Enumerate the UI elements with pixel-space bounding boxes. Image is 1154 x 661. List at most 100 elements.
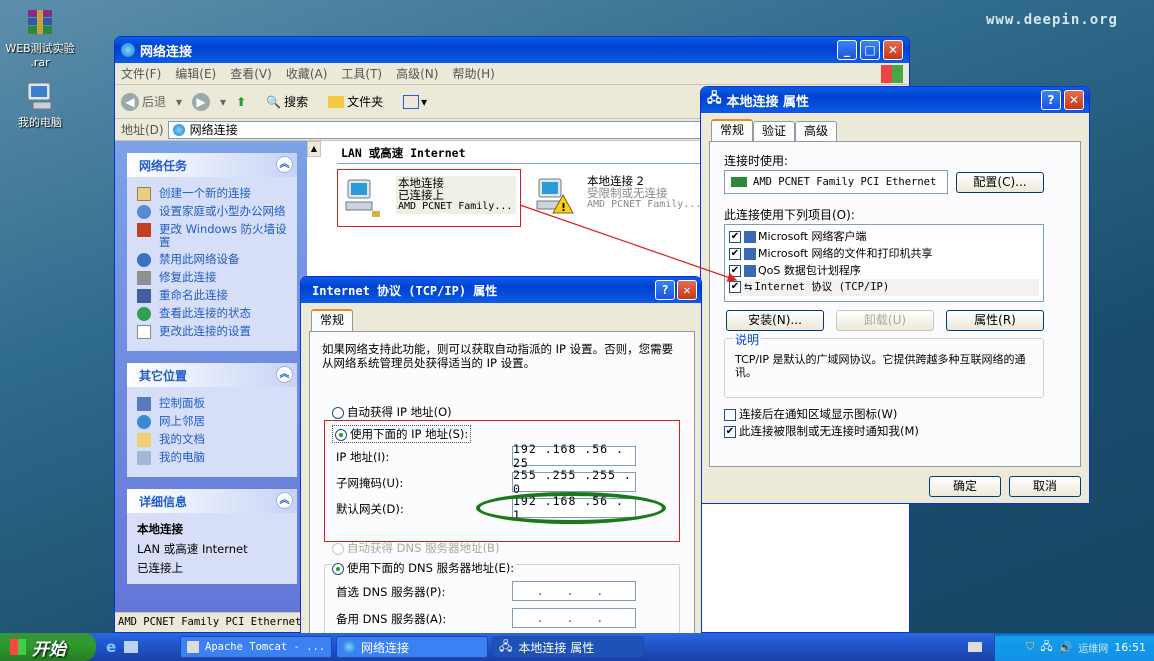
component-item[interactable]: ✔ QoS 数据包计划程序: [729, 262, 1039, 279]
component-checkbox[interactable]: ✔: [729, 248, 741, 260]
up-folder-button[interactable]: ⬆: [236, 95, 256, 109]
auto-ip-radio[interactable]: [332, 406, 344, 419]
maximize-button[interactable]: □: [860, 40, 880, 60]
forward-button[interactable]: ▶ ▾: [192, 92, 226, 111]
tcpip-help-button[interactable]: ?: [655, 280, 675, 300]
address-value: 网络连接: [189, 123, 238, 137]
menu-help[interactable]: 帮助(H): [452, 65, 494, 82]
manual-ip-radio[interactable]: [335, 428, 347, 441]
tab-advanced[interactable]: 高级: [795, 121, 838, 141]
collapse-chevron-icon[interactable]: ︽: [276, 156, 293, 173]
search-button[interactable]: 🔍 搜索: [266, 93, 318, 110]
place-network-neighborhood[interactable]: 网上邻居: [137, 415, 289, 429]
keyboard-icon[interactable]: [968, 642, 982, 652]
component-checkbox[interactable]: ✔: [729, 231, 741, 243]
network-tasks-header[interactable]: 网络任务 ︽: [127, 153, 297, 177]
component-label: QoS 数据包计划程序: [758, 264, 861, 277]
help-button[interactable]: ?: [1041, 90, 1061, 110]
folders-button[interactable]: 文件夹: [328, 93, 393, 110]
task-network-connections[interactable]: 网络连接: [336, 636, 488, 658]
views-button[interactable]: ▾: [403, 94, 427, 109]
menu-file[interactable]: 文件(F): [121, 65, 161, 82]
start-button[interactable]: 开始: [0, 633, 96, 661]
ip-address-field[interactable]: 192 .168 .56 . 25: [512, 442, 636, 470]
desktop-icon-rar[interactable]: WEB测试实验 .rar: [0, 6, 80, 69]
task-repair[interactable]: 修复此连接: [137, 271, 289, 285]
auto-ip-option[interactable]: 自动获得 IP 地址(O): [332, 404, 452, 420]
tab-general[interactable]: 常规: [711, 119, 754, 141]
component-item[interactable]: ✔ Microsoft 网络客户端: [729, 228, 1039, 245]
show-icon-checkbox[interactable]: [724, 408, 736, 421]
back-button[interactable]: ◀ 后退 ▾: [121, 92, 182, 111]
connection-local-2[interactable]: ! 本地连接 2 受限制或无连接 AMD PCNET Family...: [529, 169, 729, 227]
manual-dns-radio[interactable]: [332, 562, 344, 575]
task-home-network[interactable]: 设置家庭或小型办公网络: [137, 205, 289, 219]
desktop-icon-my-computer[interactable]: 我的电脑: [0, 80, 80, 130]
collapse-chevron-icon[interactable]: ︽: [276, 366, 293, 383]
notify-limited-checkbox[interactable]: ✔: [724, 425, 736, 438]
manual-dns-option[interactable]: 使用下面的 DNS 服务器地址(E):: [332, 560, 517, 576]
alternate-dns-field[interactable]: . . .: [512, 608, 636, 628]
details-header[interactable]: 详细信息 ︽: [127, 489, 297, 513]
task-create-connection[interactable]: 创建一个新的连接: [137, 187, 289, 201]
task-rename[interactable]: 重命名此连接: [137, 289, 289, 303]
task-apache-tomcat[interactable]: Apache Tomcat - ...: [180, 636, 332, 658]
component-label: Microsoft 网络的文件和打印机共享: [758, 247, 933, 260]
properties-button[interactable]: 属性(R): [946, 310, 1044, 331]
task-local-connection-properties[interactable]: 🖧 本地连接 属性: [492, 636, 644, 658]
desktop-icon-rar-label: WEB测试实验 .rar: [5, 42, 75, 69]
nic-icon: [731, 177, 747, 187]
show-icon-option[interactable]: 连接后在通知区域显示图标(W): [724, 406, 897, 422]
props-close-button[interactable]: ✕: [1064, 90, 1084, 110]
menu-advanced[interactable]: 高级(N): [396, 65, 438, 82]
network-tasks-title: 网络任务: [139, 158, 188, 173]
menu-favorites[interactable]: 收藏(A): [286, 65, 328, 82]
notify-limited-option[interactable]: ✔ 此连接被限制或无连接时通知我(M): [724, 423, 919, 439]
tcpip-close-button[interactable]: ✕: [677, 280, 697, 300]
component-item-selected[interactable]: ✔ ⇆ Internet 协议 (TCP/IP): [729, 279, 1039, 296]
description-group: 说明 TCP/IP 是默认的广域网协议。它提供跨越多种互联网络的通讯。: [724, 331, 1044, 398]
subnet-mask-field[interactable]: 255 .255 .255 . 0: [512, 468, 636, 496]
cancel-button[interactable]: 取消: [1009, 476, 1081, 497]
task-view-status[interactable]: 查看此连接的状态: [137, 307, 289, 321]
collapse-chevron-icon[interactable]: ︽: [276, 492, 293, 509]
props-titlebar[interactable]: 🖧 本地连接 属性 ? ✕: [701, 87, 1089, 113]
preferred-dns-field[interactable]: . . .: [512, 581, 636, 601]
network-tray-icon[interactable]: 🖧: [1040, 638, 1052, 657]
volume-icon[interactable]: 🔊: [1059, 641, 1073, 654]
up-arrow-icon: ⬆: [236, 94, 247, 109]
place-my-documents[interactable]: 我的文档: [137, 433, 289, 447]
manual-ip-option[interactable]: 使用下面的 IP 地址(S):: [332, 425, 472, 443]
menu-view[interactable]: 查看(V): [230, 65, 272, 82]
explorer-titlebar[interactable]: 网络连接 _ □ ✕: [115, 37, 909, 63]
configure-button[interactable]: 配置(C)...: [956, 172, 1044, 193]
task-disable-device[interactable]: 禁用此网络设备: [137, 253, 289, 267]
ie-icon[interactable]: e: [106, 638, 116, 656]
scroll-up-icon[interactable]: ▲: [307, 141, 321, 157]
connection-local[interactable]: 本地连接 已连接上 AMD PCNET Family...: [337, 169, 521, 227]
task-label: 修复此连接: [159, 270, 217, 284]
menu-edit[interactable]: 编辑(E): [175, 65, 216, 82]
task-change-settings[interactable]: 更改此连接的设置: [137, 325, 289, 339]
component-item[interactable]: ✔ Microsoft 网络的文件和打印机共享: [729, 245, 1039, 262]
task-firewall[interactable]: 更改 Windows 防火墙设置: [137, 223, 289, 249]
install-button[interactable]: 安装(N)...: [726, 310, 824, 331]
security-shield-icon[interactable]: ⛉: [1026, 640, 1034, 654]
menu-tools[interactable]: 工具(T): [341, 65, 382, 82]
place-my-computer[interactable]: 我的电脑: [137, 451, 289, 465]
close-button[interactable]: ✕: [883, 40, 903, 60]
place-control-panel[interactable]: 控制面板: [137, 397, 289, 411]
component-checkbox[interactable]: ✔: [729, 281, 741, 293]
components-list: ✔ Microsoft 网络客户端 ✔ Microsoft 网络的文件和打印机共享 …: [724, 224, 1044, 302]
tab-authentication[interactable]: 验证: [753, 121, 796, 141]
tab-general[interactable]: 常规: [311, 309, 354, 331]
description-title: 说明: [733, 331, 762, 348]
other-places-header[interactable]: 其它位置 ︽: [127, 363, 297, 387]
component-checkbox[interactable]: ✔: [729, 265, 741, 277]
ok-button[interactable]: 确定: [929, 476, 1001, 497]
disable-device-icon: [137, 253, 151, 267]
task-label: 创建一个新的连接: [159, 186, 251, 200]
minimize-button[interactable]: _: [837, 40, 857, 60]
show-desktop-icon[interactable]: [124, 641, 139, 653]
tcpip-titlebar[interactable]: Internet 协议 (TCP/IP) 属性 ? ✕: [301, 277, 701, 303]
